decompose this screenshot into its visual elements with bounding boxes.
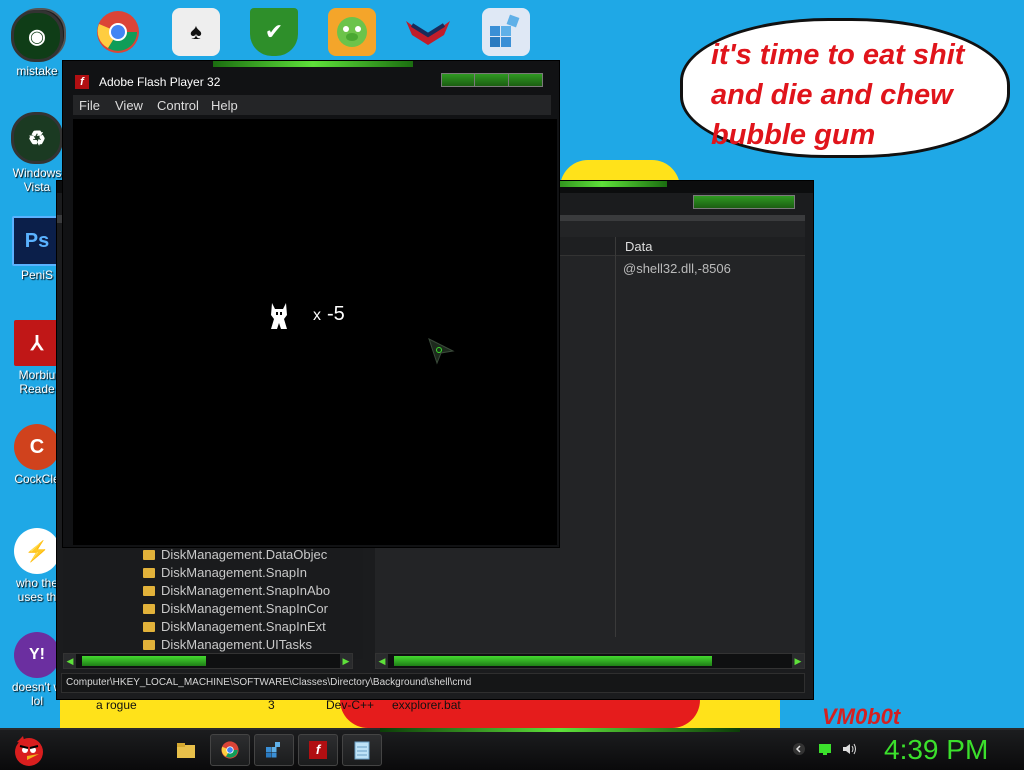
desktop-icon-label: mistake [16, 64, 58, 78]
column-header-data[interactable]: Data [557, 237, 805, 256]
wallpaper-text: Dev-C++ [326, 698, 375, 712]
window-controls[interactable] [441, 73, 543, 87]
folder-icon [143, 604, 155, 614]
lives-counter: x -5 [313, 303, 345, 326]
folder-icon [143, 622, 155, 632]
status-path: Computer\HKEY_LOCAL_MACHINE\SOFTWARE\Cla… [66, 677, 472, 688]
network-icon[interactable] [818, 742, 832, 759]
menu-view[interactable]: View [115, 98, 143, 113]
folder-icon [143, 568, 155, 578]
flash-icon: f [75, 75, 89, 89]
lives-multiplier: x [313, 307, 321, 324]
scroll-thumb[interactable] [394, 656, 712, 666]
photoshop-icon: Ps [12, 216, 62, 266]
scroll-right-button[interactable]: ▶ [340, 654, 352, 668]
tree-horizontal-scrollbar[interactable]: ◀ ▶ [63, 653, 353, 669]
taskbar-clock[interactable]: 4:39 PM [884, 734, 988, 766]
taskbar-flash-button[interactable]: f [298, 734, 338, 766]
solitaire-icon[interactable]: ♠ [172, 8, 220, 56]
taskbar-explorer-button[interactable] [166, 734, 206, 766]
column-separator [615, 237, 616, 637]
window-controls[interactable] [693, 195, 795, 209]
column-header-label: Data [625, 239, 653, 254]
tree-item[interactable]: DiskManagement.SnapInAbo [143, 583, 330, 598]
menu-file[interactable]: File [79, 98, 100, 113]
folder-icon [143, 550, 155, 560]
wallpaper-text: a rogue [96, 698, 137, 712]
chrome-icon[interactable] [94, 8, 142, 56]
show-hidden-icons-button[interactable] [792, 742, 806, 759]
wallpaper-text: 3 [268, 698, 275, 712]
scroll-thumb[interactable] [82, 656, 206, 666]
lives-value: -5 [327, 303, 345, 325]
menu-help[interactable]: Help [211, 98, 238, 113]
speech-bubble-line: bubble gum [711, 119, 876, 151]
watermark: VM0b0t [822, 704, 901, 729]
status-bar: Computer\HKEY_LOCAL_MACHINE\SOFTWARE\Cla… [61, 673, 805, 693]
tree-item[interactable]: DiskManagement.UITasks [143, 637, 312, 652]
folder-icon [143, 640, 155, 650]
menu-bar: File View Control Help [73, 95, 551, 115]
notepad-icon [354, 741, 370, 760]
speech-bubble-line: and die and chew [711, 79, 953, 111]
cat-player-icon [271, 303, 287, 329]
flash-player-icon: f [309, 741, 327, 759]
flash-player-window[interactable]: f Adobe Flash Player 32 File View Contro… [62, 60, 560, 548]
taskbar-glow [380, 728, 740, 732]
values-horizontal-scrollbar[interactable]: ◀ ▶ [375, 653, 805, 669]
taskbar-notepad-button[interactable] [342, 734, 382, 766]
shield-check-icon[interactable]: ✔ [250, 8, 298, 56]
regedit-icon [266, 742, 280, 758]
angry-bird-icon [15, 736, 43, 766]
tree-item[interactable]: DiskManagement.SnapInCor [143, 601, 328, 616]
scroll-left-button[interactable]: ◀ [376, 654, 388, 668]
registry-icon[interactable] [482, 8, 530, 56]
taskbar-chrome-button[interactable] [210, 734, 250, 766]
chrome-icon [221, 741, 239, 759]
taskbar: f 4:39 PM [0, 728, 1024, 770]
angry-birds-pig-icon[interactable] [328, 8, 376, 56]
value-data-cell[interactable]: @shell32.dll,-8506 [623, 261, 731, 276]
chevron-left-icon [793, 743, 805, 755]
folder-icon [143, 586, 155, 596]
taskbar-regedit-button[interactable] [254, 734, 294, 766]
speech-bubble: it's time to eat shit and die and chew b… [680, 18, 1010, 158]
window-title: Adobe Flash Player 32 [99, 75, 221, 89]
flash-stage[interactable]: x -5 [73, 119, 557, 545]
start-button[interactable] [6, 730, 52, 770]
wallpaper-text: exxplorer.bat [392, 698, 461, 712]
desktop-icon[interactable]: ◉ mistake [4, 10, 70, 78]
tree-item[interactable]: DiskManagement.SnapIn [143, 565, 307, 580]
tree-item[interactable]: DiskManagement.SnapInExt [143, 619, 326, 634]
menu-control[interactable]: Control [157, 98, 199, 113]
yahoo-messenger-icon: Y! [14, 632, 60, 678]
pdf-reader-icon: ⅄ [14, 320, 60, 366]
window-top-glow [213, 61, 413, 67]
speech-bubble-line: it's time to eat shit [711, 39, 965, 71]
volume-icon[interactable] [842, 742, 858, 759]
green-orb-icon: ◉ [11, 10, 63, 62]
mouse-cursor-icon [428, 338, 455, 365]
bat-logo-icon[interactable] [404, 8, 452, 56]
lightning-icon: ⚡ [14, 528, 60, 574]
ccleaner-icon: C [14, 424, 60, 470]
recycle-bin-icon: ♻ [11, 112, 63, 164]
scroll-right-button[interactable]: ▶ [792, 654, 804, 668]
scroll-left-button[interactable]: ◀ [64, 654, 76, 668]
explorer-icon [177, 743, 195, 758]
tree-item[interactable]: DiskManagement.DataObjec [143, 547, 327, 562]
